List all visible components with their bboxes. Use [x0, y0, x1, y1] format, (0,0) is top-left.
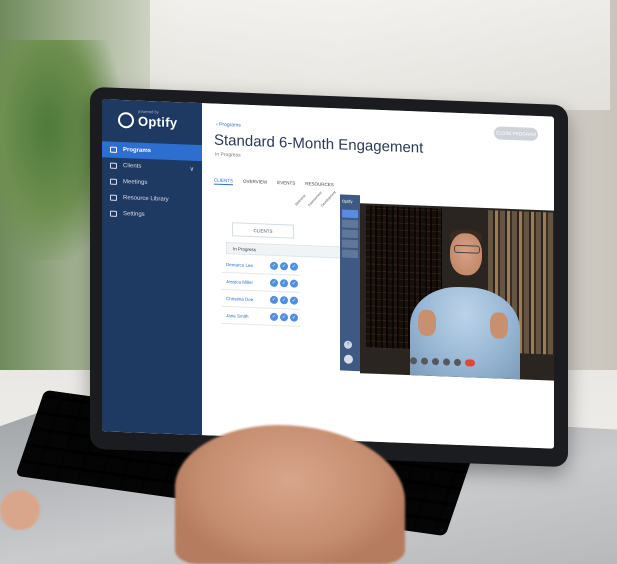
check-icon: ✓: [290, 262, 298, 271]
book-icon: [110, 194, 117, 201]
video-app-nav-item[interactable]: [342, 219, 358, 229]
sidebar: Optify powered by Programs Clients ∨ Mee…: [102, 99, 202, 436]
sidebar-item-label: Settings: [123, 211, 145, 218]
breadcrumb-label: Programs: [219, 121, 241, 129]
user-hand: [0, 490, 40, 530]
tab-bar: CLIENTS OVERVIEW EVENTS RESOURCES: [214, 177, 334, 190]
video-app-brand: Optify: [342, 198, 353, 204]
page-title: Standard 6-Month Engagement: [214, 131, 424, 157]
users-icon: [110, 162, 117, 169]
main-content: ‹ Programs CLOSE PROGRAM Standard 6-Mont…: [202, 103, 554, 449]
tab-overview[interactable]: OVERVIEW: [243, 179, 267, 187]
sidebar-item-label: Resource Library: [123, 195, 169, 203]
clients-column-header: CLIENTS: [232, 222, 294, 239]
gear-icon: [110, 210, 117, 217]
edit-icon: [110, 146, 117, 153]
sidebar-item-label: Clients: [123, 163, 142, 170]
screen-share-icon[interactable]: [432, 357, 439, 366]
video-app-nav-item[interactable]: [342, 239, 358, 249]
tab-resources[interactable]: RESOURCES: [305, 181, 334, 189]
chevron-down-icon[interactable]: ∨: [190, 165, 194, 172]
client-rows: Demarco Lee ✓ ✓ ✓ Jessica Miller ✓ ✓ ✓ C…: [222, 255, 300, 327]
help-icon[interactable]: ?: [344, 340, 352, 349]
tab-events[interactable]: EVENTS: [277, 180, 295, 188]
column-header-welcome: Welcome: [294, 193, 307, 207]
check-icon: ✓: [280, 313, 288, 322]
sidebar-item-label: Programs: [123, 147, 152, 155]
check-icon: ✓: [290, 296, 298, 305]
microphone-icon[interactable]: [410, 357, 417, 365]
laptop-lid: Optify powered by Programs Clients ∨ Mee…: [90, 86, 568, 468]
sidebar-item-settings[interactable]: Settings: [102, 205, 202, 225]
check-icon: ✓: [270, 295, 278, 305]
avatar[interactable]: [344, 354, 353, 364]
check-icon: ✓: [270, 278, 278, 288]
video-call-feed: [360, 203, 554, 381]
check-icon: ✓: [270, 261, 278, 271]
end-call-button[interactable]: [465, 359, 475, 367]
camera-icon[interactable]: [421, 357, 428, 365]
logo-ring-icon: [118, 111, 134, 129]
participant-glasses: [454, 244, 480, 254]
brand-name: Optify: [138, 113, 178, 130]
participant-face: [450, 232, 482, 276]
client-name[interactable]: Jessica Miller: [222, 278, 270, 285]
status-text: In Progress: [215, 151, 241, 159]
settings-icon[interactable]: [454, 358, 461, 367]
video-app-nav-item[interactable]: [342, 249, 358, 259]
brand-tagline: powered by: [138, 108, 159, 115]
breadcrumb[interactable]: ‹ Programs: [216, 122, 241, 129]
check-icon: ✓: [290, 279, 298, 288]
check-icon: ✓: [280, 296, 288, 305]
calendar-icon: [110, 178, 117, 185]
check-icon: ✓: [290, 313, 298, 322]
sidebar-item-label: Meetings: [123, 179, 148, 187]
client-name[interactable]: Demarco Lee: [222, 261, 270, 268]
video-app-nav-item[interactable]: [342, 229, 358, 239]
client-name[interactable]: Christina Doe: [222, 295, 270, 302]
close-program-button[interactable]: CLOSE PROGRAM: [494, 126, 538, 142]
check-icon: ✓: [270, 312, 278, 322]
table-row[interactable]: Jane Smith ✓ ✓ ✓: [222, 306, 300, 327]
check-icon: ✓: [280, 262, 288, 271]
tab-clients[interactable]: CLIENTS: [214, 177, 234, 186]
check-icon: ✓: [280, 279, 288, 288]
brand-logo[interactable]: Optify: [118, 111, 178, 130]
chat-icon[interactable]: [443, 358, 450, 366]
participant-hand: [418, 309, 436, 337]
participant-hand: [490, 312, 508, 339]
laptop-screen: Optify powered by Programs Clients ∨ Mee…: [102, 99, 554, 449]
video-app-nav-item[interactable]: [342, 209, 358, 219]
sidebar-nav: Programs Clients ∨ Meetings Resource Lib…: [102, 141, 202, 225]
client-name[interactable]: Jane Smith: [222, 312, 270, 319]
